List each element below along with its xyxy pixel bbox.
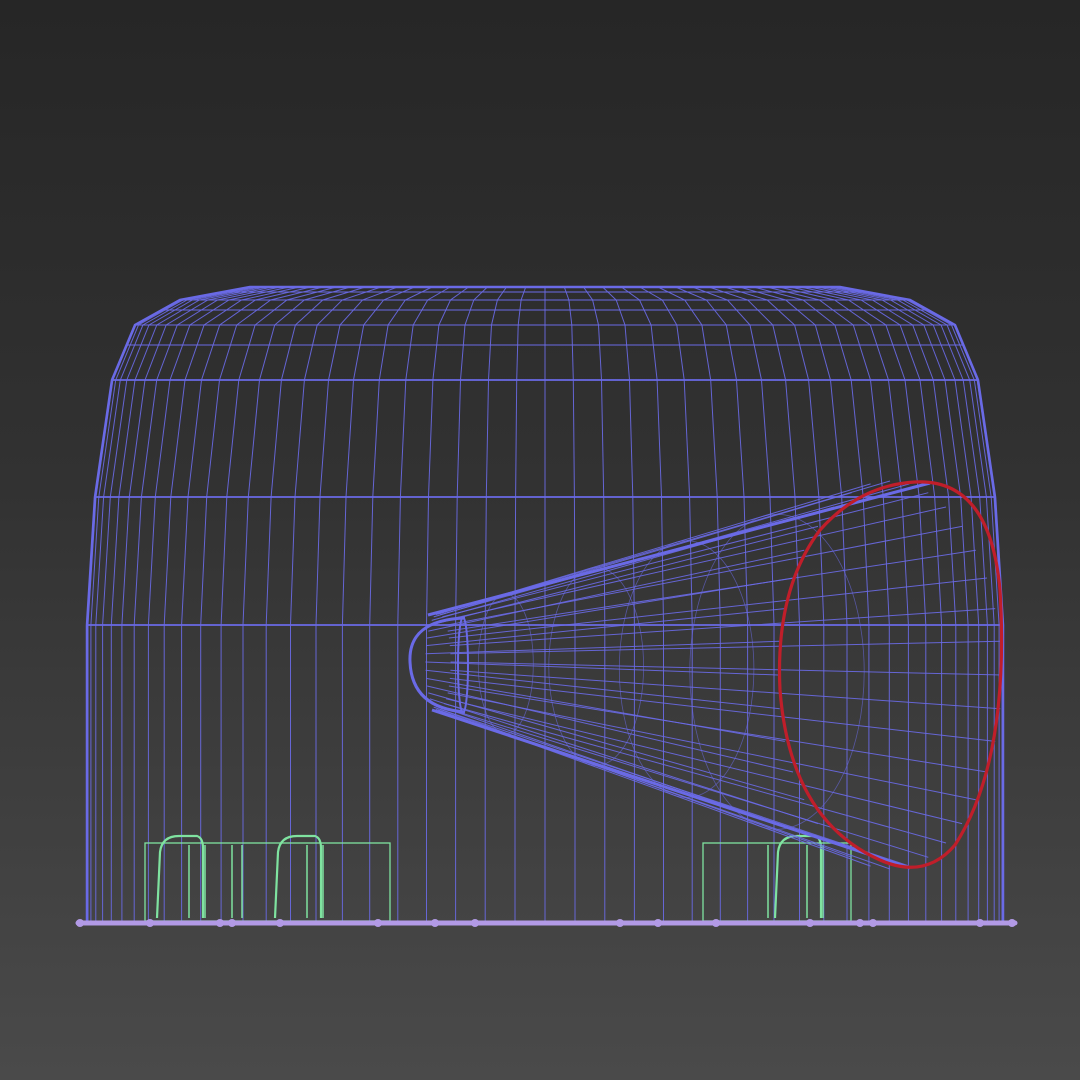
dome-meridian [563, 286, 576, 922]
dome-meridian [639, 286, 693, 922]
dome-meridian [95, 286, 256, 922]
base-vertex [712, 919, 720, 927]
dome-meridian [290, 286, 382, 922]
dome-meridian [834, 286, 995, 922]
dome-meridian [837, 286, 1000, 922]
base-vertex [654, 919, 662, 927]
cone-wireframe[interactable] [408, 480, 1003, 870]
cone-tip-cap [408, 616, 466, 714]
base-vertex [276, 919, 284, 927]
dome-meridian [621, 286, 664, 922]
base-vertex [856, 919, 864, 927]
dome-meridian [200, 286, 324, 922]
dome-meridian [675, 286, 749, 922]
base-vertex [374, 919, 382, 927]
dome-meridian [133, 286, 281, 922]
base-vertex [216, 919, 224, 927]
dome-meridian [817, 286, 969, 922]
support-feet[interactable] [144, 834, 852, 922]
dome-meridian [341, 286, 415, 922]
cone-tip-rim [457, 616, 469, 714]
wireframe-scene[interactable] [0, 0, 1080, 1080]
base-vertex [806, 919, 814, 927]
base-vertex [869, 919, 877, 927]
dome-meridian [163, 286, 300, 922]
dome-meridian [397, 286, 451, 922]
dome-meridian [315, 286, 398, 922]
viewport-3d[interactable] [0, 0, 1080, 1080]
base-vertex [471, 919, 479, 927]
dome-meridian [220, 286, 337, 922]
foot-clip [273, 834, 323, 919]
base-vertex [228, 919, 236, 927]
dome-meridian [90, 286, 253, 922]
dome-meridian [790, 286, 927, 922]
cone-silhouette-top [427, 481, 931, 617]
dome-meridian [657, 286, 721, 922]
dome-meridian [121, 286, 273, 922]
base-plate-wireframe[interactable] [75, 919, 1018, 927]
dome-wireframe[interactable] [85, 285, 1005, 924]
base-vertex [616, 919, 624, 927]
base-vertex [431, 919, 439, 927]
dome-meridian [242, 286, 351, 922]
base-vertex [976, 919, 984, 927]
dome-meridian [583, 286, 606, 922]
foot-clip [773, 834, 823, 919]
cone-silhouette-bottom [431, 708, 911, 870]
dome-meridian [369, 286, 433, 922]
base-vertex [76, 919, 84, 927]
base-vertex [1008, 919, 1016, 927]
base-vertex [146, 919, 154, 927]
